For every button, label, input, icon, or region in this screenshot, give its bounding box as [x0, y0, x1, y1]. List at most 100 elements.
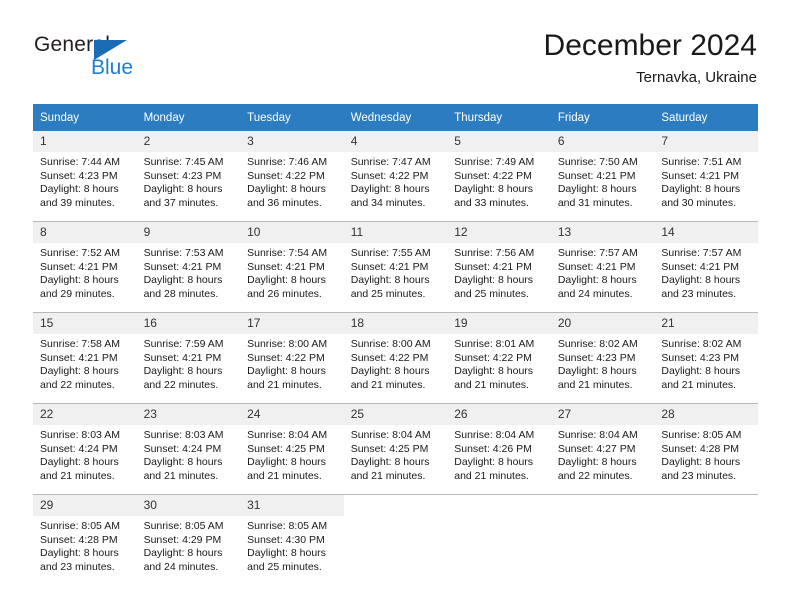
day-cell[interactable]: 9 Sunrise: 7:53 AM Sunset: 4:21 PM Dayli… — [136, 221, 241, 313]
sunrise-text: Sunrise: 8:03 AM — [143, 429, 224, 441]
day-details: Sunrise: 7:56 AM Sunset: 4:21 PM Dayligh… — [447, 243, 551, 301]
day-number — [654, 495, 758, 516]
day-number: 10 — [240, 222, 344, 243]
daylight-text-line1: Daylight: 8 hours — [350, 365, 430, 377]
day-cell[interactable]: 21 Sunrise: 8:02 AM Sunset: 4:23 PM Dayl… — [654, 312, 758, 404]
day-cell[interactable]: 4 Sunrise: 7:47 AM Sunset: 4:22 PM Dayli… — [343, 131, 448, 222]
day-number — [551, 495, 655, 516]
sunrise-text: Sunrise: 8:04 AM — [557, 429, 638, 441]
day-cell[interactable]: 16 Sunrise: 7:59 AM Sunset: 4:21 PM Dayl… — [136, 312, 241, 404]
day-number: 31 — [240, 495, 344, 516]
daylight-text-line2: and 21 minutes. — [454, 469, 529, 482]
sunset-text: Sunset: 4:22 PM — [350, 169, 429, 182]
sunset-text: Sunset: 4:23 PM — [40, 169, 118, 182]
day-cell[interactable]: 28 Sunrise: 8:05 AM Sunset: 4:28 PM Dayl… — [654, 403, 758, 495]
day-details: Sunrise: 7:54 AM Sunset: 4:21 PM Dayligh… — [240, 243, 344, 301]
day-number: 27 — [550, 404, 655, 425]
day-cell[interactable]: 22 Sunrise: 8:03 AM Sunset: 4:24 PM Dayl… — [33, 403, 137, 495]
day-cell[interactable]: 13 Sunrise: 7:57 AM Sunset: 4:21 PM Dayl… — [550, 221, 655, 313]
day-number: 4 — [343, 131, 448, 152]
sunrise-text: Sunrise: 8:00 AM — [247, 338, 328, 350]
day-number: 21 — [654, 313, 758, 334]
sunrise-text: Sunrise: 7:51 AM — [661, 156, 742, 168]
day-details: Sunrise: 8:02 AM Sunset: 4:23 PM Dayligh… — [654, 334, 758, 392]
daylight-text-line2: and 26 minutes. — [247, 287, 322, 300]
daylight-text-line1: Daylight: 8 hours — [40, 183, 119, 195]
week-row: 22 Sunrise: 8:03 AM Sunset: 4:24 PM Dayl… — [33, 403, 758, 495]
sunrise-text: Sunrise: 8:01 AM — [454, 338, 535, 350]
day-cell-empty — [343, 494, 448, 585]
day-cell[interactable]: 7 Sunrise: 7:51 AM Sunset: 4:21 PM Dayli… — [654, 131, 758, 222]
day-details: Sunrise: 7:57 AM Sunset: 4:21 PM Dayligh… — [551, 243, 655, 301]
sunset-text: Sunset: 4:29 PM — [143, 533, 222, 546]
day-cell[interactable]: 23 Sunrise: 8:03 AM Sunset: 4:24 PM Dayl… — [136, 403, 241, 495]
sunrise-text: Sunrise: 8:04 AM — [454, 429, 535, 441]
day-cell[interactable]: 26 Sunrise: 8:04 AM Sunset: 4:26 PM Dayl… — [447, 403, 551, 495]
day-cell[interactable]: 14 Sunrise: 7:57 AM Sunset: 4:21 PM Dayl… — [654, 221, 758, 313]
day-cell[interactable]: 31 Sunrise: 8:05 AM Sunset: 4:30 PM Dayl… — [240, 494, 344, 585]
day-cell[interactable]: 27 Sunrise: 8:04 AM Sunset: 4:27 PM Dayl… — [550, 403, 655, 495]
daylight-text-line1: Daylight: 8 hours — [40, 365, 119, 377]
daylight-text-line2: and 21 minutes. — [350, 469, 426, 482]
day-details: Sunrise: 8:04 AM Sunset: 4:27 PM Dayligh… — [551, 425, 655, 483]
daylight-text-line1: Daylight: 8 hours — [143, 547, 223, 559]
day-cell[interactable]: 30 Sunrise: 8:05 AM Sunset: 4:29 PM Dayl… — [136, 494, 241, 585]
day-number: 26 — [447, 404, 551, 425]
day-number: 28 — [654, 404, 758, 425]
weekday-header-row: Sunday Monday Tuesday Wednesday Thursday… — [33, 104, 758, 131]
sunrise-text: Sunrise: 7:44 AM — [40, 156, 120, 168]
day-cell[interactable]: 15 Sunrise: 7:58 AM Sunset: 4:21 PM Dayl… — [33, 312, 137, 404]
sunrise-text: Sunrise: 8:02 AM — [661, 338, 742, 350]
day-cell[interactable]: 5 Sunrise: 7:49 AM Sunset: 4:22 PM Dayli… — [447, 131, 551, 222]
sunset-text: Sunset: 4:28 PM — [40, 533, 118, 546]
sunrise-text: Sunrise: 8:03 AM — [40, 429, 120, 441]
daylight-text-line1: Daylight: 8 hours — [557, 365, 637, 377]
calendar-body: 1 Sunrise: 7:44 AM Sunset: 4:23 PM Dayli… — [33, 131, 758, 585]
day-number: 17 — [240, 313, 344, 334]
daylight-text-line2: and 21 minutes. — [557, 378, 633, 391]
day-cell[interactable]: 20 Sunrise: 8:02 AM Sunset: 4:23 PM Dayl… — [550, 312, 655, 404]
day-details: Sunrise: 8:00 AM Sunset: 4:22 PM Dayligh… — [240, 334, 344, 392]
sunrise-text: Sunrise: 8:05 AM — [247, 520, 328, 532]
daylight-text-line2: and 21 minutes. — [247, 469, 322, 482]
day-number: 18 — [343, 313, 448, 334]
day-cell[interactable]: 12 Sunrise: 7:56 AM Sunset: 4:21 PM Dayl… — [447, 221, 551, 313]
day-number: 11 — [343, 222, 448, 243]
day-cell[interactable]: 8 Sunrise: 7:52 AM Sunset: 4:21 PM Dayli… — [33, 221, 137, 313]
title-block: December 2024 Ternavka, Ukraine — [544, 28, 757, 88]
sunrise-text: Sunrise: 7:53 AM — [143, 247, 224, 259]
weekday-header-monday: Monday — [136, 104, 241, 131]
day-cell[interactable]: 11 Sunrise: 7:55 AM Sunset: 4:21 PM Dayl… — [343, 221, 448, 313]
day-cell[interactable]: 2 Sunrise: 7:45 AM Sunset: 4:23 PM Dayli… — [136, 131, 241, 222]
page-header: General Blue December 2024 Ternavka, Ukr… — [0, 0, 792, 98]
day-details: Sunrise: 8:04 AM Sunset: 4:25 PM Dayligh… — [344, 425, 448, 483]
sunrise-text: Sunrise: 7:57 AM — [557, 247, 638, 259]
day-number: 2 — [136, 131, 241, 152]
day-cell[interactable]: 19 Sunrise: 8:01 AM Sunset: 4:22 PM Dayl… — [447, 312, 551, 404]
weekday-header-friday: Friday — [550, 104, 655, 131]
sunrise-text: Sunrise: 8:02 AM — [557, 338, 638, 350]
sunset-text: Sunset: 4:21 PM — [143, 351, 222, 364]
day-cell[interactable]: 18 Sunrise: 8:00 AM Sunset: 4:22 PM Dayl… — [343, 312, 448, 404]
day-number: 29 — [33, 495, 137, 516]
day-cell[interactable]: 1 Sunrise: 7:44 AM Sunset: 4:23 PM Dayli… — [33, 131, 137, 222]
day-cell[interactable]: 25 Sunrise: 8:04 AM Sunset: 4:25 PM Dayl… — [343, 403, 448, 495]
sunset-text: Sunset: 4:21 PM — [557, 260, 636, 273]
day-cell[interactable]: 10 Sunrise: 7:54 AM Sunset: 4:21 PM Dayl… — [240, 221, 344, 313]
daylight-text-line1: Daylight: 8 hours — [661, 456, 741, 468]
daylight-text-line1: Daylight: 8 hours — [454, 274, 534, 286]
daylight-text-line1: Daylight: 8 hours — [350, 456, 430, 468]
sunset-text: Sunset: 4:21 PM — [40, 351, 118, 364]
sunrise-text: Sunrise: 8:04 AM — [247, 429, 328, 441]
day-cell[interactable]: 24 Sunrise: 8:04 AM Sunset: 4:25 PM Dayl… — [240, 403, 344, 495]
day-cell[interactable]: 29 Sunrise: 8:05 AM Sunset: 4:28 PM Dayl… — [33, 494, 137, 585]
daylight-text-line1: Daylight: 8 hours — [143, 183, 223, 195]
day-cell[interactable]: 17 Sunrise: 8:00 AM Sunset: 4:22 PM Dayl… — [240, 312, 344, 404]
day-number: 5 — [447, 131, 551, 152]
sunrise-text: Sunrise: 7:45 AM — [143, 156, 224, 168]
sunrise-text: Sunrise: 7:58 AM — [40, 338, 120, 350]
sunset-text: Sunset: 4:22 PM — [454, 351, 532, 364]
day-cell[interactable]: 3 Sunrise: 7:46 AM Sunset: 4:22 PM Dayli… — [240, 131, 344, 222]
daylight-text-line1: Daylight: 8 hours — [143, 274, 223, 286]
day-cell[interactable]: 6 Sunrise: 7:50 AM Sunset: 4:21 PM Dayli… — [550, 131, 655, 222]
